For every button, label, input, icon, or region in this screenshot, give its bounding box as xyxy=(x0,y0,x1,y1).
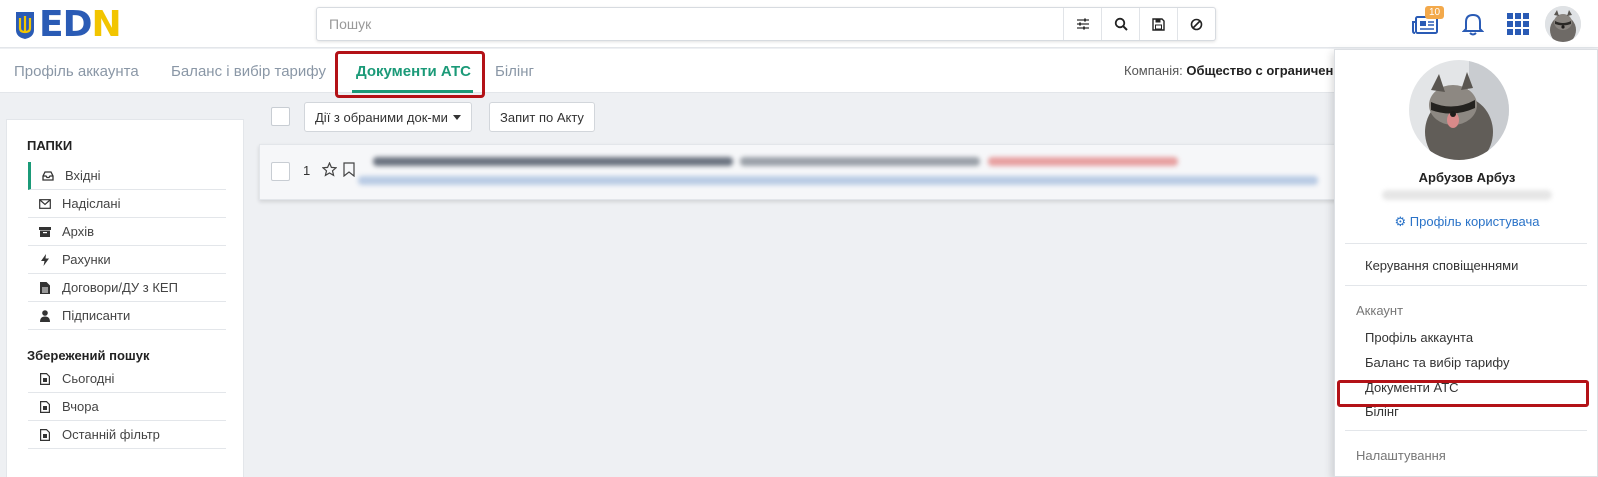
tab-balance[interactable]: Баланс і вибір тарифу xyxy=(171,63,326,80)
menu-divider xyxy=(1345,430,1587,431)
raccoon-avatar-icon xyxy=(1409,60,1509,160)
edin-logo[interactable]: EDN xyxy=(14,7,122,43)
act-request-button[interactable]: Запит по Акту xyxy=(489,102,595,132)
clear-search-button[interactable] xyxy=(1177,8,1215,40)
search-input[interactable] xyxy=(317,8,1063,40)
folders-sidebar: ПАПКИ Вхідні Надіслані Архів Рахунки Дог… xyxy=(6,119,244,477)
sidebar-item-contracts[interactable]: Договори/ДУ з КЕП xyxy=(28,274,226,302)
search-bar xyxy=(316,7,1216,41)
bulk-actions-dropdown[interactable]: Дії з обраними док-ми xyxy=(304,102,472,132)
menu-item-notifications[interactable]: Керування сповіщеннями xyxy=(1365,258,1518,273)
envelope-icon xyxy=(38,198,52,209)
apps-button[interactable] xyxy=(1503,10,1533,38)
document-row[interactable]: 1 xyxy=(259,144,1349,200)
settings-section-heading: Налаштування xyxy=(1356,448,1446,463)
logo-letter-d: D xyxy=(62,4,93,45)
logo-letter-e: E xyxy=(39,4,64,45)
doc-details-redacted xyxy=(358,176,1318,185)
file-icon xyxy=(38,281,52,294)
company-info: Компанія: Общество с ограниченн xyxy=(1124,63,1341,78)
row-checkbox[interactable] xyxy=(271,162,290,181)
trident-shield-icon xyxy=(16,12,34,39)
doc-title-redacted xyxy=(373,157,733,166)
menu-highlight-box xyxy=(1337,380,1589,407)
sidebar-item-label: Останній фільтр xyxy=(62,427,160,442)
sidebar-item-archive[interactable]: Архів xyxy=(28,218,226,246)
tab-highlight-box xyxy=(335,51,485,98)
company-label: Компанія: xyxy=(1124,63,1183,78)
user-profile-link[interactable]: ⚙ Профіль користувача xyxy=(1335,214,1598,230)
ban-icon xyxy=(1190,18,1203,30)
user-menu-dropdown: Арбузов Арбуз ⚙ Профіль користувача Керу… xyxy=(1334,49,1598,477)
bell-icon xyxy=(1462,13,1484,36)
calendar-file-icon xyxy=(38,400,52,413)
bookmark-icon[interactable] xyxy=(343,162,355,177)
folders-title: ПАПКИ xyxy=(27,138,73,153)
company-name: Общество с ограниченн xyxy=(1186,63,1342,78)
sidebar-item-label: Вхідні xyxy=(65,168,101,183)
logo-letter-n: N xyxy=(91,4,121,45)
user-icon xyxy=(38,309,52,322)
sidebar-item-label: Архів xyxy=(62,224,95,239)
tab-billing[interactable]: Білінг xyxy=(495,63,534,80)
calendar-file-icon xyxy=(38,428,52,441)
bulk-actions-label: Дії з обраними док-ми xyxy=(315,109,448,125)
filter-settings-button[interactable] xyxy=(1063,8,1101,40)
saved-search-title: Збережений пошук xyxy=(27,348,150,363)
account-section-heading: Аккаунт xyxy=(1356,303,1404,318)
search-icon xyxy=(1114,17,1128,31)
sidebar-item-label: Підписанти xyxy=(62,308,131,323)
tab-account-profile[interactable]: Профіль аккаунта xyxy=(14,63,139,80)
user-profile-label: Профіль користувача xyxy=(1409,214,1540,229)
doc-status-redacted xyxy=(988,157,1178,166)
saved-search-last-filter[interactable]: Останній фільтр xyxy=(28,421,226,449)
menu-item-balance[interactable]: Баланс та вибір тарифу xyxy=(1365,355,1509,370)
search-button[interactable] xyxy=(1101,8,1139,40)
menu-divider xyxy=(1345,243,1587,244)
sidebar-item-sent[interactable]: Надіслані xyxy=(28,190,226,218)
user-avatar-large xyxy=(1409,60,1509,160)
sidebar-item-signers[interactable]: Підписанти xyxy=(28,302,226,330)
saved-search-today[interactable]: Сьогодні xyxy=(28,365,226,393)
news-badge: 10 xyxy=(1425,6,1445,19)
save-search-button[interactable] xyxy=(1139,8,1177,40)
caret-down-icon xyxy=(452,114,461,120)
sidebar-item-label: Надіслані xyxy=(62,196,121,211)
select-all-checkbox[interactable] xyxy=(271,107,290,126)
user-name: Арбузов Арбуз xyxy=(1418,170,1516,185)
menu-divider xyxy=(1345,285,1587,286)
sidebar-item-label: Сьогодні xyxy=(62,371,115,386)
user-avatar-button[interactable] xyxy=(1545,6,1581,42)
save-icon xyxy=(1152,17,1165,31)
apps-grid-icon xyxy=(1507,13,1529,35)
sliders-icon xyxy=(1076,18,1089,30)
archive-icon xyxy=(38,226,52,237)
star-icon[interactable] xyxy=(322,162,337,177)
row-number: 1 xyxy=(303,163,311,178)
bolt-icon xyxy=(38,253,52,266)
notifications-button[interactable] xyxy=(1458,10,1488,38)
act-request-label: Запит по Акту xyxy=(500,109,584,125)
sidebar-item-invoices[interactable]: Рахунки xyxy=(28,246,226,274)
gear-icon: ⚙ xyxy=(1394,214,1407,229)
sidebar-item-label: Вчора xyxy=(62,399,99,414)
inbox-icon xyxy=(41,170,55,181)
calendar-file-icon xyxy=(38,372,52,385)
sidebar-item-label: Договори/ДУ з КЕП xyxy=(62,280,178,295)
sidebar-item-inbox[interactable]: Вхідні xyxy=(28,162,226,190)
menu-item-account-profile[interactable]: Профіль аккаунта xyxy=(1365,330,1473,345)
sidebar-item-label: Рахунки xyxy=(62,252,111,267)
user-email-redacted xyxy=(1382,190,1552,200)
raccoon-avatar-icon xyxy=(1545,6,1581,42)
doc-subtitle-redacted xyxy=(740,157,980,166)
saved-search-yesterday[interactable]: Вчора xyxy=(28,393,226,421)
top-header: EDN Пошук 10 xyxy=(0,0,1598,48)
